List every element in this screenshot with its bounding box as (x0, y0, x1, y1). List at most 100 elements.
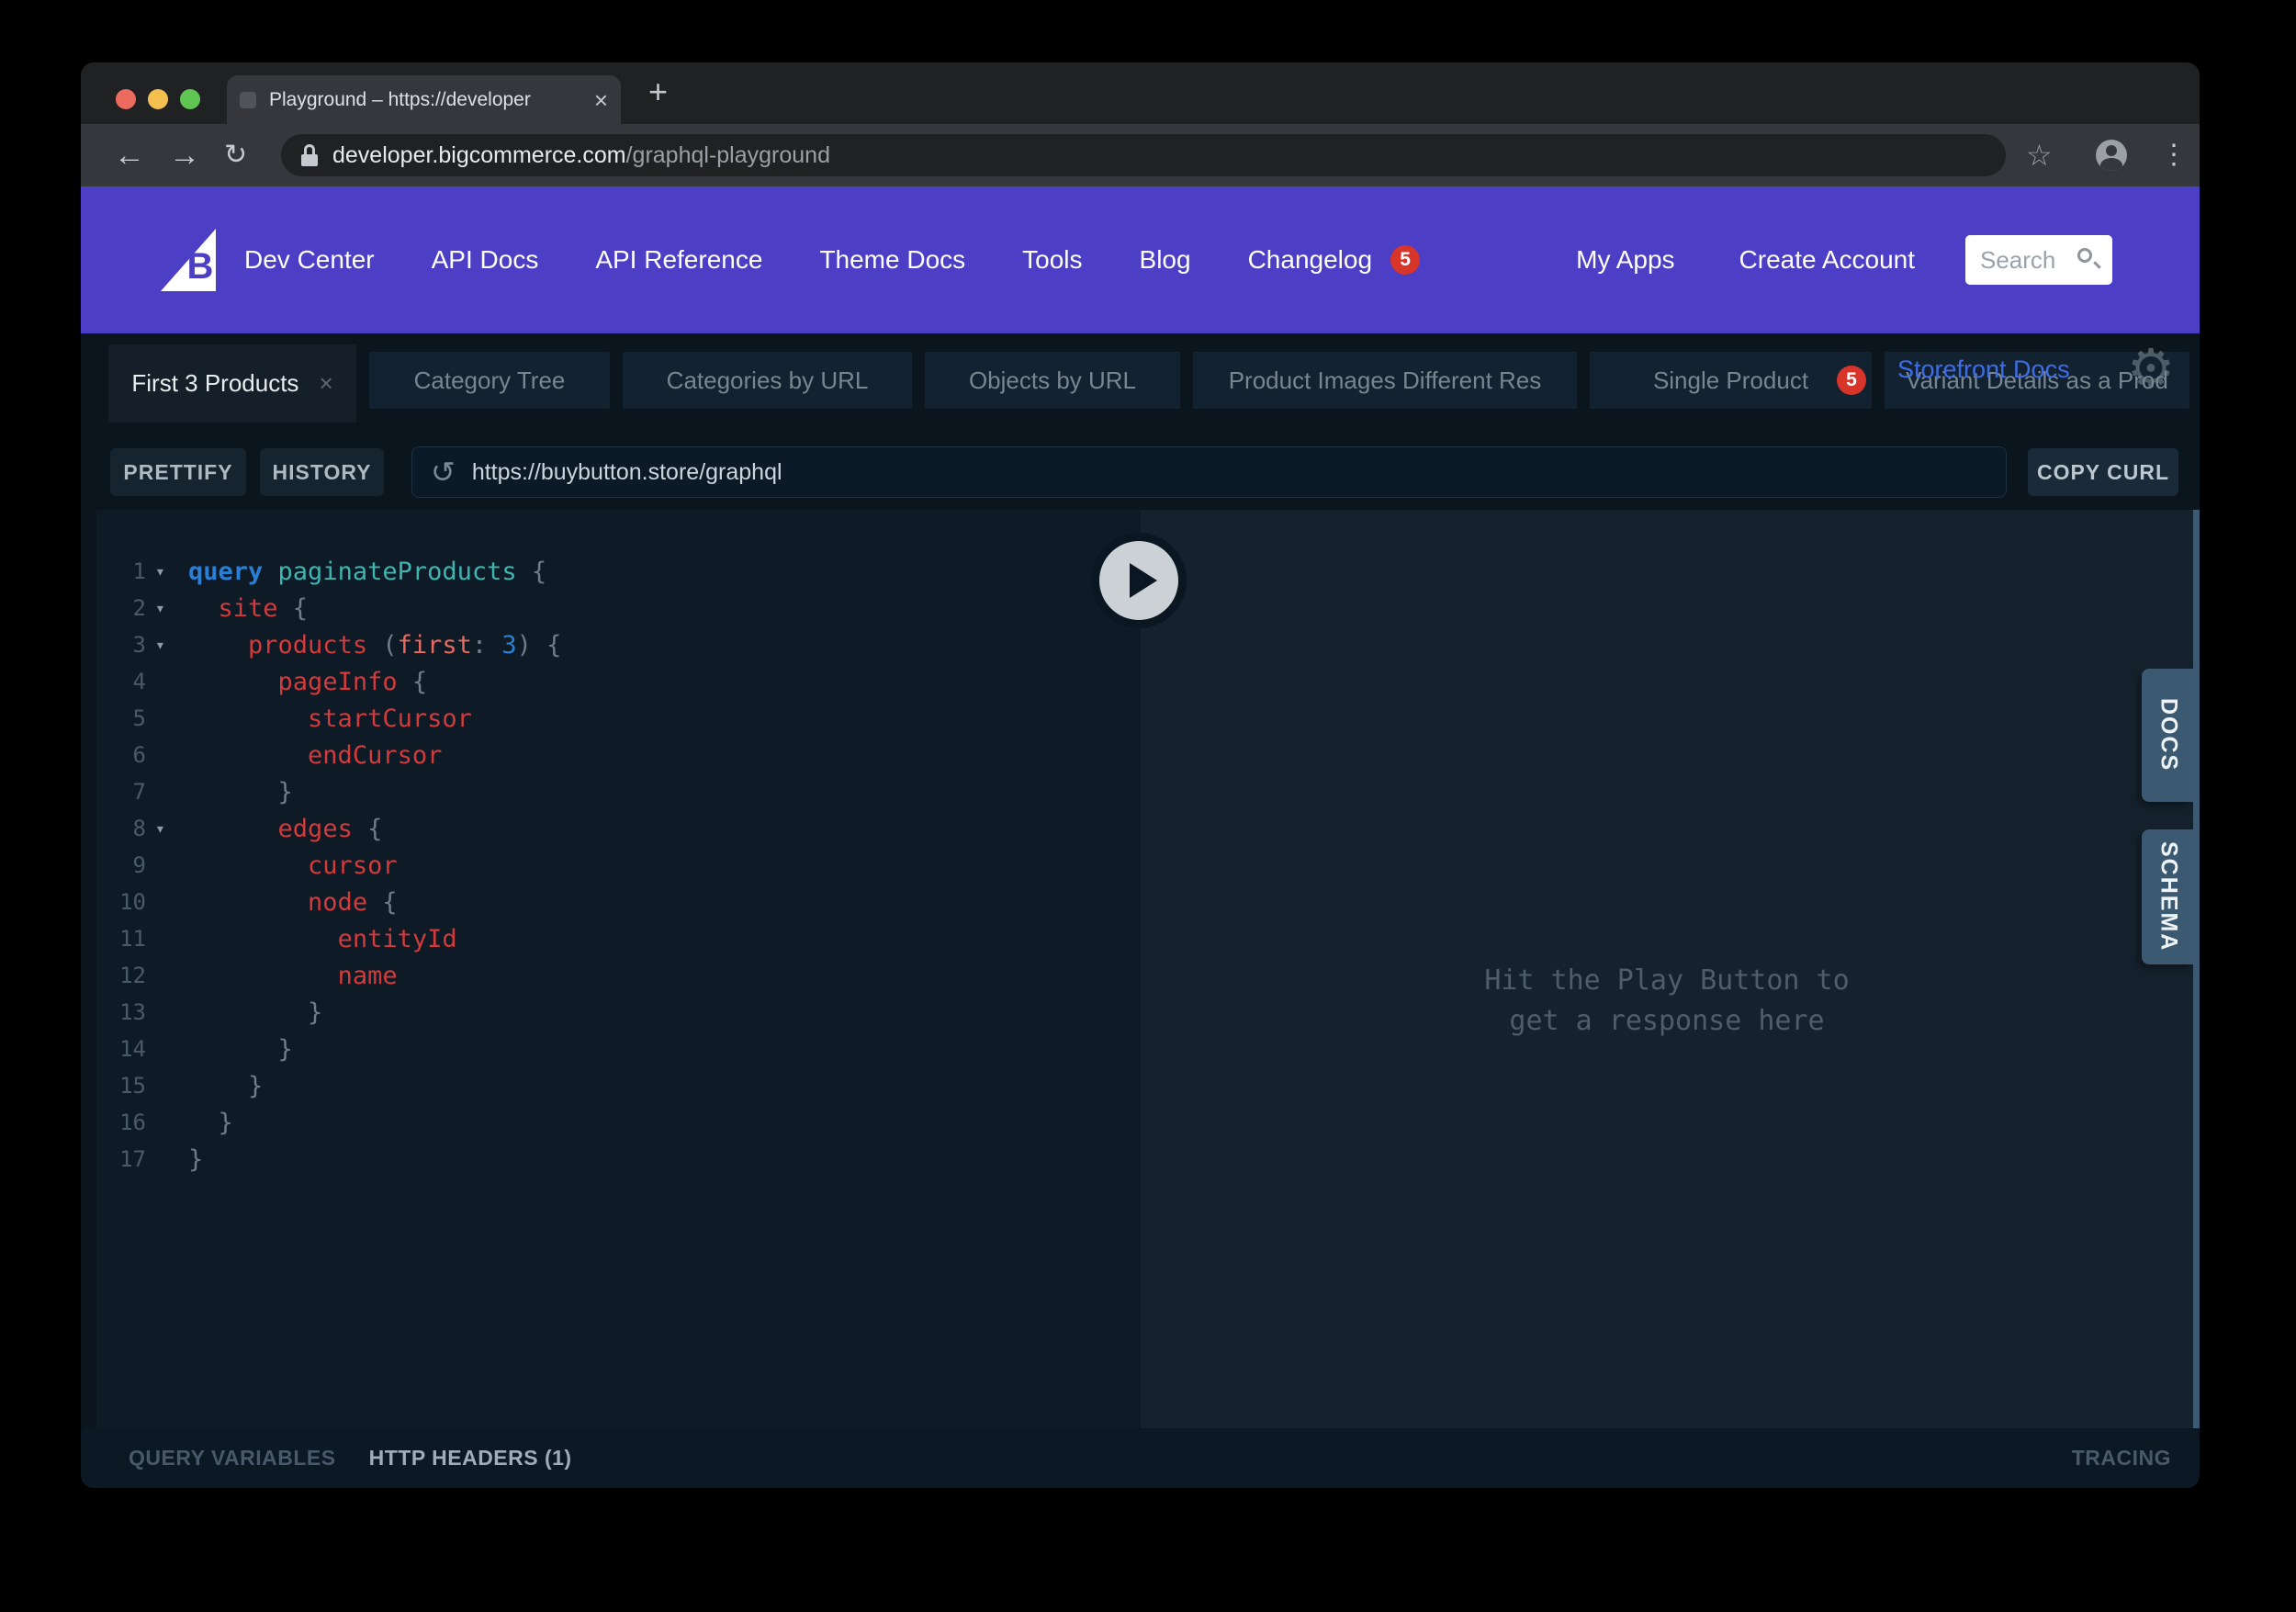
zoom-window-button[interactable] (180, 89, 200, 109)
browser-window: Playground – https://developer × + ← → ↻… (81, 62, 2200, 1488)
code-text: cursor (188, 851, 398, 880)
nav-item-dev-center[interactable]: Dev Center (244, 245, 375, 275)
close-tab-icon[interactable]: × (319, 369, 332, 398)
tab-badge: 5 (1837, 366, 1866, 395)
playground-tab-categories-by-url[interactable]: Categories by URL (623, 352, 912, 409)
nav-item-api-docs[interactable]: API Docs (432, 245, 539, 275)
browser-menu-icon[interactable]: ⋮ (2160, 141, 2188, 169)
fold-arrow-icon[interactable]: ▾ (146, 562, 179, 581)
site-search (1965, 235, 2112, 285)
nav-item-theme-docs[interactable]: Theme Docs (819, 245, 965, 275)
nav-item-my-apps[interactable]: My Apps (1576, 245, 1674, 275)
code-line[interactable]: 2▾ site { (96, 590, 1141, 626)
reload-icon[interactable]: ↻ (224, 141, 247, 169)
execute-query-button[interactable] (1091, 533, 1187, 628)
bookmark-star-icon[interactable]: ☆ (2026, 141, 2053, 170)
line-number: 5 (96, 705, 146, 731)
profile-avatar[interactable] (2096, 140, 2127, 171)
code-line[interactable]: 15 } (96, 1067, 1141, 1104)
nav-item-create-account[interactable]: Create Account (1739, 245, 1915, 275)
response-placeholder-line: Hit the Play Button to (1141, 961, 2193, 1001)
code-line[interactable]: 6 endCursor (96, 737, 1141, 773)
code-line[interactable]: 17} (96, 1141, 1141, 1178)
query-editor[interactable]: 1▾query paginateProducts {2▾ site {3▾ pr… (96, 510, 1141, 1428)
minimize-window-button[interactable] (148, 89, 168, 109)
close-window-button[interactable] (116, 89, 136, 109)
code-text: name (188, 962, 398, 990)
url-domain: developer.bigcommerce.com (332, 142, 626, 168)
code-line[interactable]: 16 } (96, 1104, 1141, 1141)
scrollbar[interactable] (2193, 510, 2200, 1428)
playground-tab-category-tree[interactable]: Category Tree (369, 352, 610, 409)
fold-arrow-icon[interactable]: ▾ (146, 599, 179, 618)
schema-side-tab[interactable]: SCHEMA (2142, 829, 2195, 964)
code-line[interactable]: 14 } (96, 1031, 1141, 1067)
code-text: site { (188, 594, 308, 623)
history-button[interactable]: HISTORY (260, 448, 384, 496)
response-placeholder-line: get a response here (1141, 1001, 2193, 1042)
playground-tab-first-3-products[interactable]: First 3 Products× (108, 344, 356, 423)
code-line[interactable]: 3▾ products (first: 3) { (96, 626, 1141, 663)
playground-tab-objects-by-url[interactable]: Objects by URL (925, 352, 1180, 409)
code-text: pageInfo { (188, 668, 427, 696)
site-nav-right: My Apps Create Account (1576, 235, 2112, 285)
code-line[interactable]: 7 } (96, 773, 1141, 810)
tab-label: Single Product (1653, 366, 1808, 395)
address-bar[interactable]: developer.bigcommerce.com/graphql-playgr… (281, 134, 2006, 176)
new-tab-button[interactable]: + (648, 72, 668, 112)
code-line[interactable]: 1▾ query paginateProducts { (96, 553, 1141, 590)
nav-item-blog[interactable]: Blog (1140, 245, 1191, 275)
copy-curl-button[interactable]: COPY CURL (2028, 448, 2178, 496)
code-line[interactable]: 4 pageInfo { (96, 663, 1141, 700)
page-url: developer.bigcommerce.com/graphql-playgr… (332, 142, 830, 169)
code-text: entityId (188, 925, 457, 953)
bigcommerce-logo-icon[interactable]: B (161, 225, 219, 296)
fold-arrow-icon[interactable]: ▾ (146, 819, 179, 839)
docs-side-tab[interactable]: DOCS (2142, 669, 2195, 802)
playground-main: 1▾query paginateProducts {2▾ site {3▾ pr… (81, 510, 2200, 1428)
code-text: } (188, 998, 322, 1027)
endpoint-field[interactable]: ↺ https://buybutton.store/graphql (411, 446, 2007, 498)
prettify-button[interactable]: PRETTIFY (110, 448, 246, 496)
code-line[interactable]: 11 entityId (96, 920, 1141, 957)
nav-item-changelog[interactable]: Changelog (1248, 245, 1372, 275)
forward-icon[interactable]: → (169, 140, 200, 171)
http-headers-tab[interactable]: HTTP HEADERS (1) (369, 1446, 572, 1471)
response-placeholder: Hit the Play Button to get a response he… (1141, 961, 2193, 1042)
query-variables-tab[interactable]: QUERY VARIABLES (129, 1446, 336, 1471)
code-line[interactable]: 9 cursor (96, 847, 1141, 884)
tracing-tab[interactable]: TRACING (2072, 1446, 2171, 1471)
nav-item-tools[interactable]: Tools (1022, 245, 1082, 275)
changelog-badge: 5 (1390, 245, 1420, 275)
line-number: 2 (96, 595, 146, 621)
line-number: 15 (96, 1073, 146, 1099)
site-nav: B Dev Center API Docs API Reference Theme D… (81, 186, 2200, 333)
playground-footer: QUERY VARIABLES HTTP HEADERS (1) TRACING (81, 1428, 2200, 1488)
code-line[interactable]: 8▾ edges { (96, 810, 1141, 847)
line-number: 8 (96, 816, 146, 841)
code-text: } (188, 1035, 293, 1064)
code-line[interactable]: 5 startCursor (96, 700, 1141, 737)
code-line[interactable]: 13 } (96, 994, 1141, 1031)
playground-tab-single-product[interactable]: Single Product 5 (1590, 352, 1872, 409)
tab-title-fade (536, 75, 580, 124)
tab-favicon-icon (240, 92, 256, 108)
reset-endpoint-icon[interactable]: ↺ (431, 457, 456, 487)
browser-tab[interactable]: Playground – https://developer × (227, 75, 621, 124)
storefront-docs-link[interactable]: Storefront Docs (1897, 355, 2070, 384)
line-number: 12 (96, 963, 146, 988)
code-line[interactable]: 10 node { (96, 884, 1141, 920)
line-number: 1 (96, 558, 146, 584)
tab-label: Product Images Different Res (1229, 366, 1542, 395)
tab-close-icon[interactable]: × (594, 88, 608, 112)
line-number: 14 (96, 1036, 146, 1062)
code-text: query paginateProducts { (188, 558, 546, 586)
fold-arrow-icon[interactable]: ▾ (146, 636, 179, 655)
code-text: products (first: 3) { (188, 631, 561, 659)
code-text: } (188, 1072, 263, 1100)
back-icon[interactable]: ← (114, 140, 145, 171)
code-text: } (188, 778, 293, 806)
nav-item-api-reference[interactable]: API Reference (595, 245, 762, 275)
playground-tab-product-images-different-res[interactable]: Product Images Different Res (1193, 352, 1577, 409)
code-line[interactable]: 12 name (96, 957, 1141, 994)
